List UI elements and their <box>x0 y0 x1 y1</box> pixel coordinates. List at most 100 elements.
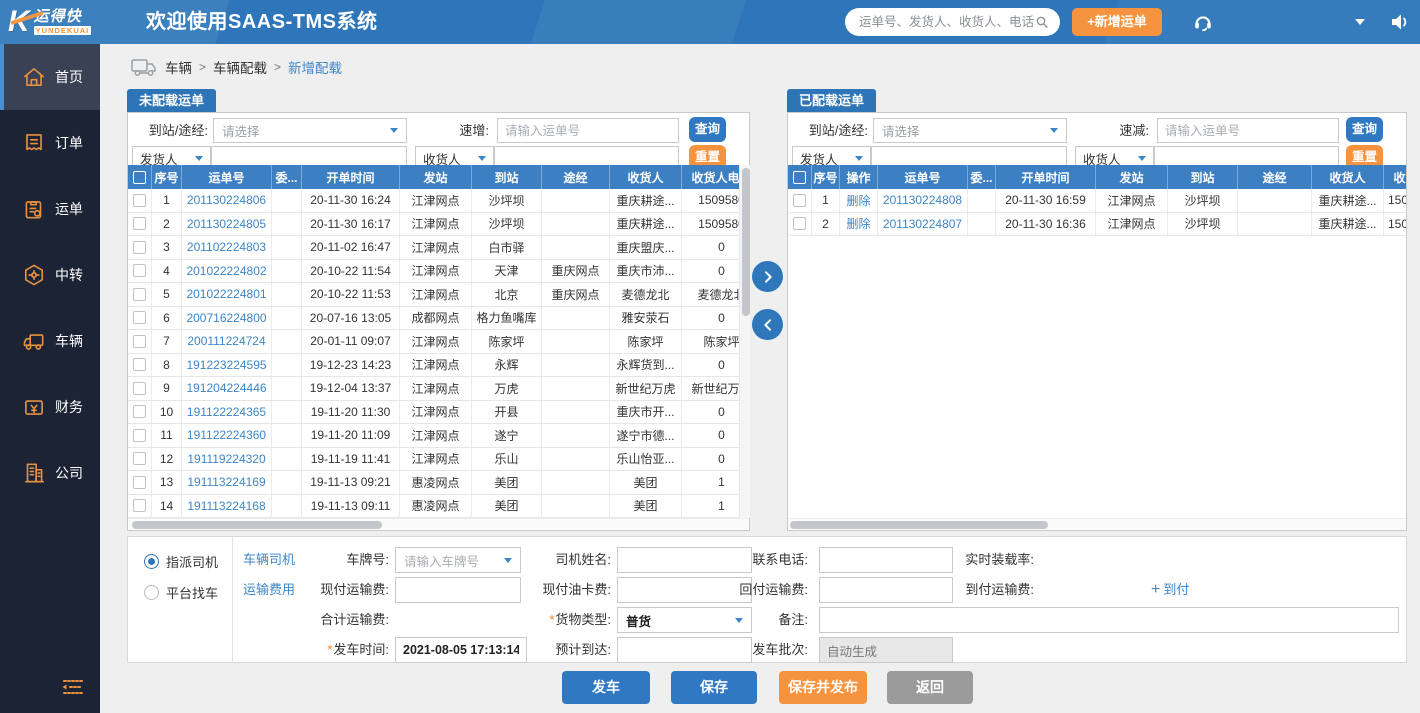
user-menu-caret-icon[interactable] <box>1355 19 1365 25</box>
save-publish-button[interactable]: 保存并发布 <box>779 671 867 704</box>
move-left-button[interactable] <box>752 309 783 340</box>
depart-button[interactable]: 发车 <box>562 671 650 704</box>
waybill-link[interactable]: 201102224803 <box>187 240 266 254</box>
table-cell: 江津网点 <box>400 236 472 259</box>
table-cell: 麦德龙北 <box>610 283 682 306</box>
row-checkbox[interactable] <box>133 241 146 254</box>
table-row: 120113022480620-11-30 16:24江津网点沙坪坝重庆耕途..… <box>128 189 739 213</box>
speaker-icon[interactable] <box>1388 10 1412 34</box>
row-checkbox[interactable] <box>133 335 146 348</box>
table-cell: 1509580 <box>1384 189 1406 212</box>
delete-link[interactable]: 删除 <box>846 192 870 209</box>
waybill-link[interactable]: 201022224802 <box>186 264 266 278</box>
delete-link[interactable]: 删除 <box>846 215 870 232</box>
waybill-link[interactable]: 191223224595 <box>186 358 266 372</box>
table-cell: 201130224805 <box>182 213 272 236</box>
waybill-link[interactable]: 200111224724 <box>187 334 265 348</box>
table-cell: 0 <box>682 354 739 377</box>
waybill-link[interactable]: 201130224808 <box>883 193 962 207</box>
save-button[interactable]: 保存 <box>671 671 757 704</box>
row-checkbox[interactable] <box>133 217 146 230</box>
sidebar-item-vehicle[interactable]: 车辆 <box>0 308 100 374</box>
pay-now-input[interactable] <box>396 578 520 602</box>
table-cell <box>542 189 610 212</box>
sidebar-item-company[interactable]: 公司 <box>0 440 100 506</box>
waybill-link[interactable]: 201130224805 <box>187 217 266 231</box>
quick-remove-input[interactable] <box>1158 119 1338 142</box>
row-checkbox[interactable] <box>133 288 146 301</box>
sidebar-item-order[interactable]: 订单 <box>0 110 100 176</box>
waybill-link[interactable]: 191204224446 <box>186 381 266 395</box>
left-table-horizontal-scrollbar[interactable] <box>128 518 749 529</box>
row-checkbox[interactable] <box>133 429 146 442</box>
row-checkbox[interactable] <box>133 264 146 277</box>
breadcrumb-item[interactable]: 车辆 <box>165 57 192 77</box>
global-search-input[interactable] <box>859 15 1034 29</box>
table-cell: 江津网点 <box>400 401 472 424</box>
select-all-checkbox[interactable] <box>133 171 146 184</box>
table-cell: 重庆耕途... <box>610 213 682 236</box>
waybill-link[interactable]: 191122224360 <box>187 428 266 442</box>
row-checkbox[interactable] <box>133 476 146 489</box>
row-checkbox[interactable] <box>133 194 146 207</box>
platform-find-radio[interactable]: 平台找车 <box>144 583 218 602</box>
waybill-link[interactable]: 191113224169 <box>187 475 265 489</box>
loaded-waybills-panel: 到站/途经: 请选择 速减: 查询 发货人 收货人 重置 序号操作运单号委...… <box>787 112 1407 531</box>
waybill-link[interactable]: 191113224168 <box>187 499 265 513</box>
new-waybill-button[interactable]: +新增运单 <box>1072 8 1162 36</box>
right-search-button[interactable]: 查询 <box>1346 117 1383 142</box>
station-filter-select[interactable]: 请选择 <box>873 118 1067 143</box>
column-header: 委... <box>968 165 996 189</box>
select-all-checkbox[interactable] <box>793 171 806 184</box>
unloaded-waybills-tab[interactable]: 未配载运单 <box>127 89 216 112</box>
table-cell: 201022224801 <box>182 283 272 306</box>
back-button[interactable]: 返回 <box>887 671 973 704</box>
sidebar-item-finance[interactable]: 财务 <box>0 374 100 440</box>
row-checkbox[interactable] <box>133 405 146 418</box>
customer-service-icon[interactable] <box>1192 11 1214 33</box>
row-checkbox[interactable] <box>793 194 806 207</box>
row-checkbox[interactable] <box>133 311 146 324</box>
row-checkbox[interactable] <box>133 358 146 371</box>
station-filter-select[interactable]: 请选择 <box>213 118 407 143</box>
right-table-horizontal-scrollbar[interactable] <box>788 518 1406 529</box>
sidebar-item-transfer[interactable]: 中转 <box>0 242 100 308</box>
row-checkbox[interactable] <box>793 217 806 230</box>
breadcrumb: 车辆>车辆配载>新增配载 <box>130 54 342 80</box>
waybill-link[interactable]: 201130224806 <box>187 193 266 207</box>
sidebar-collapse-icon[interactable] <box>58 677 86 697</box>
waybill-link[interactable]: 201022224801 <box>186 287 266 301</box>
table-row: 720011122472420-01-11 09:07江津网点陈家坪陈家坪陈家坪 <box>128 330 739 354</box>
table-cell: 美团 <box>472 495 542 518</box>
row-checkbox[interactable] <box>133 382 146 395</box>
table-cell: 20-11-30 16:24 <box>302 189 400 212</box>
remark-input[interactable] <box>820 608 1398 632</box>
sidebar-item-waybill[interactable]: 运单 <box>0 176 100 242</box>
table-cell: 2 <box>812 213 840 236</box>
plate-select[interactable]: 请输入车牌号 <box>395 547 521 573</box>
row-checkbox[interactable] <box>133 452 146 465</box>
search-icon[interactable] <box>1034 14 1050 30</box>
loaded-waybills-tab[interactable]: 已配载运单 <box>787 89 876 112</box>
quick-add-input[interactable] <box>498 119 678 142</box>
row-checkbox-cell <box>128 330 152 353</box>
waybill-link[interactable]: 200716224800 <box>186 311 266 325</box>
assign-driver-radio[interactable]: 指派司机 <box>144 552 218 571</box>
waybill-link[interactable]: 191122224365 <box>187 405 266 419</box>
sidebar-item-home[interactable]: 首页 <box>0 44 100 110</box>
waybill-icon <box>21 196 47 222</box>
table-cell: 新世纪万虎 <box>682 377 739 400</box>
sidebar-menu: 首页订单运单中转车辆财务公司 <box>0 44 100 506</box>
table-cell: 0 <box>682 307 739 330</box>
row-checkbox[interactable] <box>133 499 146 512</box>
move-right-button[interactable] <box>752 261 783 292</box>
depart-time-input[interactable] <box>396 638 526 662</box>
left-search-button[interactable]: 查询 <box>689 117 726 142</box>
table-cell: 191122224360 <box>182 424 272 447</box>
add-arrival-pay-link[interactable]: +到付 <box>1151 577 1189 603</box>
left-table-vertical-scrollbar[interactable] <box>739 165 750 518</box>
table-cell: 20-10-22 11:53 <box>302 283 400 306</box>
breadcrumb-item[interactable]: 车辆配载 <box>213 57 267 77</box>
waybill-link[interactable]: 201130224807 <box>883 217 962 231</box>
waybill-link[interactable]: 191119224320 <box>187 452 265 466</box>
